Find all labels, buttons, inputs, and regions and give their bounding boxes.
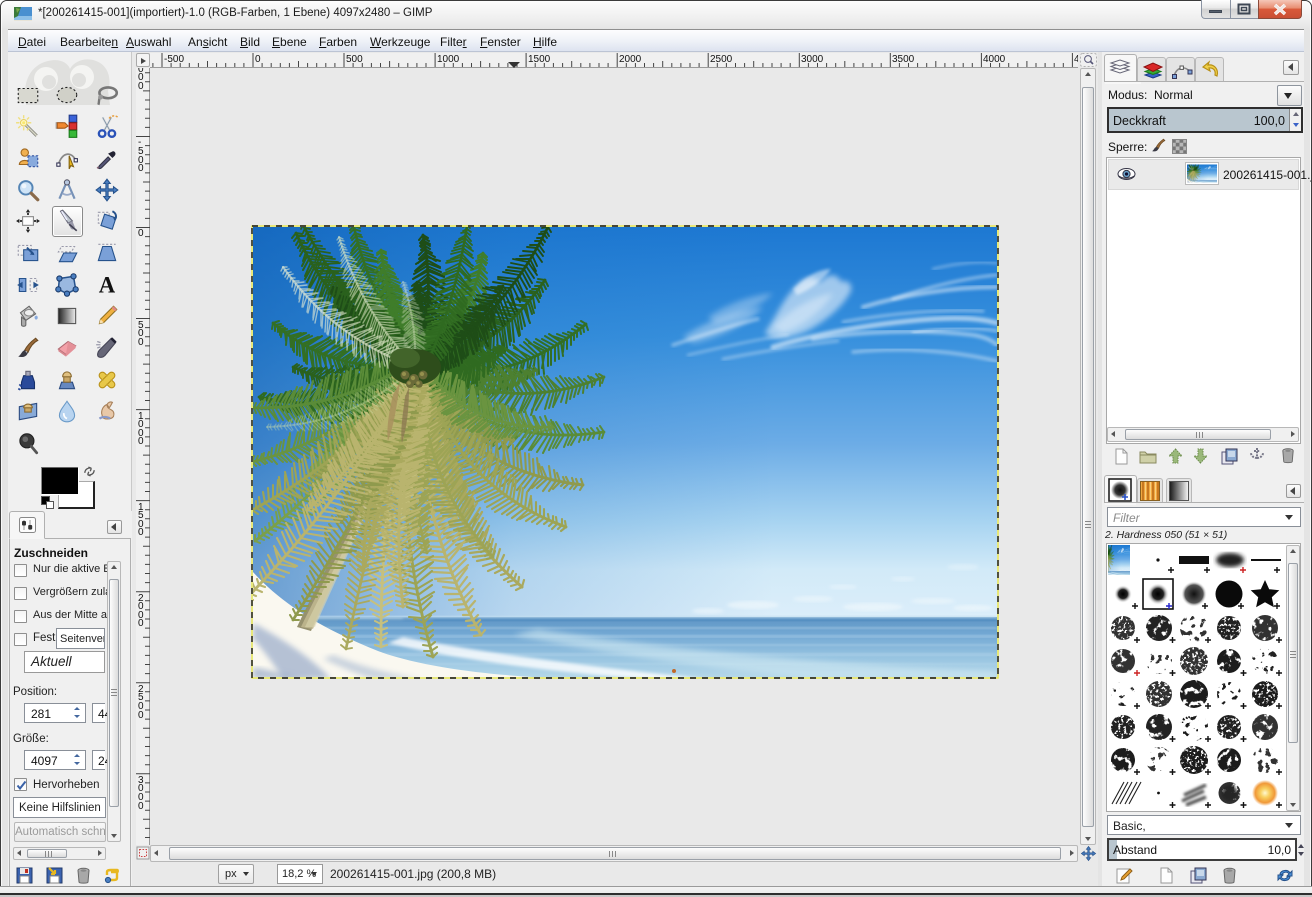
svg-text:4500: 4500 (1074, 54, 1078, 65)
svg-text:A: A (99, 273, 116, 298)
svg-text:0: 0 (255, 54, 261, 65)
svg-text:1000: 1000 (437, 54, 460, 65)
svg-text:2500: 2500 (710, 54, 733, 65)
svg-text:4000: 4000 (983, 54, 1006, 65)
svg-text:0: 0 (138, 801, 144, 812)
svg-text:3500: 3500 (892, 54, 915, 65)
svg-text:-500: -500 (164, 54, 184, 65)
svg-text:0: 0 (138, 81, 144, 92)
svg-text:2000: 2000 (619, 54, 642, 65)
svg-text:500: 500 (346, 54, 363, 65)
svg-text:0: 0 (138, 163, 144, 174)
svg-text:0: 0 (138, 228, 144, 239)
svg-text:1500: 1500 (528, 54, 551, 65)
svg-text:3000: 3000 (801, 54, 824, 65)
svg-text:0: 0 (138, 436, 144, 447)
svg-text:0: 0 (138, 337, 144, 348)
svg-text:0: 0 (138, 710, 144, 721)
svg-text:0: 0 (138, 618, 144, 629)
svg-text:0: 0 (138, 527, 144, 538)
